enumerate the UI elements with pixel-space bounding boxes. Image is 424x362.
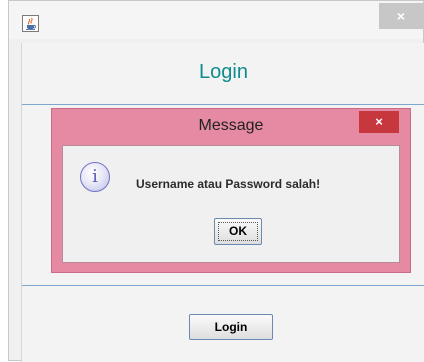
top-separator bbox=[22, 104, 424, 105]
message-dialog: Message × i Username atau Password salah… bbox=[51, 108, 411, 273]
main-window: × Login Login Message × i Username atau … bbox=[8, 0, 424, 362]
java-coffee-cup-icon bbox=[22, 15, 39, 32]
bottom-separator bbox=[22, 285, 424, 286]
login-title: Login bbox=[199, 61, 248, 83]
dialog-title: Message bbox=[198, 117, 264, 134]
window-titlebar[interactable]: × bbox=[9, 1, 423, 39]
dialog-body: i Username atau Password salah! OK bbox=[62, 145, 400, 263]
login-button[interactable]: Login bbox=[189, 314, 273, 340]
dialog-close-button[interactable]: × bbox=[359, 111, 399, 133]
window-close-button[interactable]: × bbox=[379, 3, 423, 29]
error-message: Username atau Password salah! bbox=[136, 177, 321, 191]
ok-button[interactable]: OK bbox=[214, 218, 262, 245]
information-icon: i bbox=[80, 162, 110, 192]
